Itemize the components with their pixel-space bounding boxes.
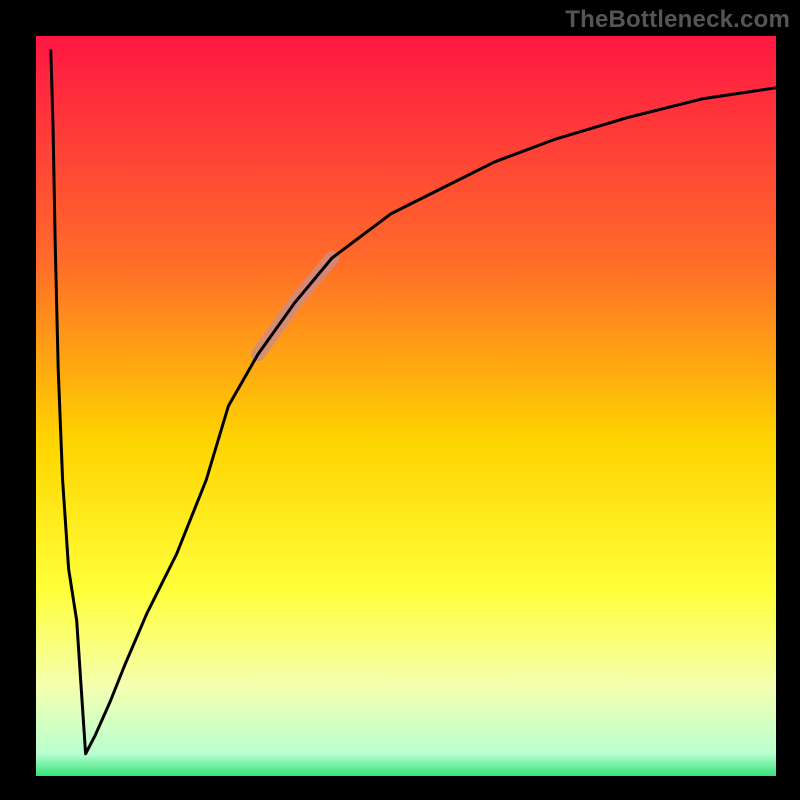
bottleneck-chart	[0, 0, 800, 800]
plot-area	[36, 36, 776, 776]
chart-frame: TheBottleneck.com	[0, 0, 800, 800]
watermark-text: TheBottleneck.com	[565, 6, 790, 34]
